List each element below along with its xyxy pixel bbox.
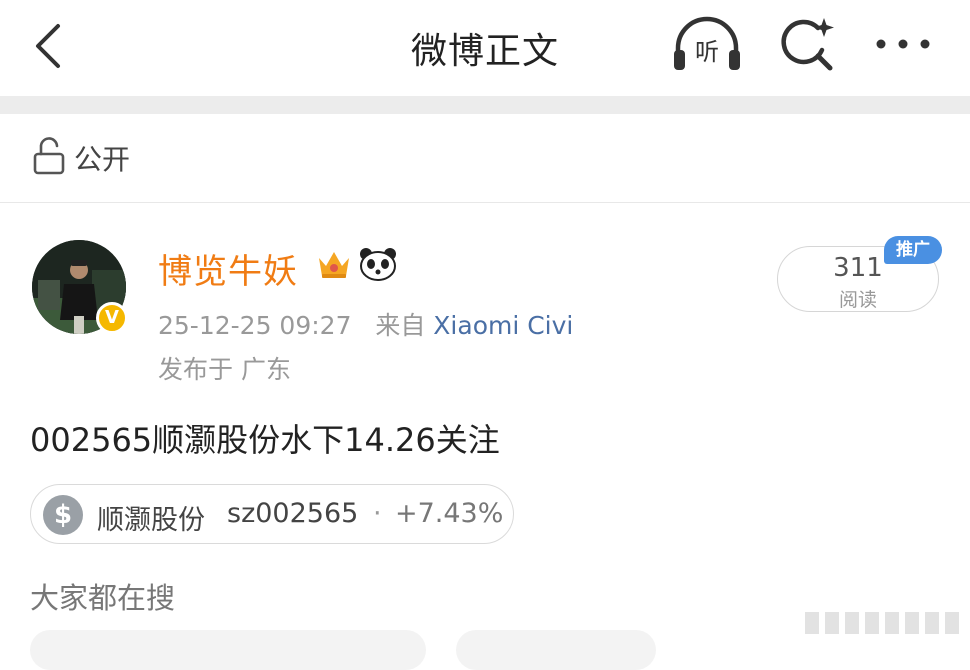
trending-title: 大家都在搜 — [30, 581, 176, 615]
top-bar: 微博正文 听 — [0, 0, 970, 96]
post-location: 发布于 广东 — [158, 355, 291, 384]
section-divider — [0, 96, 970, 114]
trending-chip[interactable] — [456, 630, 656, 670]
stock-name: 顺灏股份 — [97, 505, 205, 536]
post-text: 002565顺灏股份水下14.26关注 — [30, 421, 500, 459]
ai-search-icon[interactable] — [778, 16, 836, 74]
dollar-icon: $ — [43, 495, 83, 535]
more-icon[interactable] — [872, 30, 934, 58]
stock-change: +7.43% — [395, 498, 504, 529]
watermark-icon — [805, 612, 959, 634]
promote-badge[interactable]: 推广 — [884, 236, 942, 264]
stock-code: sz002565 — [227, 498, 359, 529]
listen-icon[interactable]: 听 — [670, 16, 744, 74]
post-meta: 25-12-25 09:27 来自 Xiaomi Civi — [158, 306, 573, 342]
read-label: 阅读 — [838, 289, 877, 311]
author-name[interactable]: 博览牛妖 — [158, 244, 298, 293]
source-prefix: 来自 — [375, 311, 426, 340]
lock-open-icon — [33, 137, 65, 175]
panda-icon — [360, 248, 396, 281]
visibility-label: 公开 — [74, 143, 131, 176]
stock-card[interactable]: $ 顺灏股份 sz002565 · +7.43% — [30, 484, 514, 544]
listen-label: 听 — [695, 38, 719, 66]
stock-separator: · — [373, 498, 382, 529]
post-source[interactable]: Xiaomi Civi — [433, 311, 573, 340]
trending-chip[interactable] — [30, 630, 426, 670]
verified-badge: V — [96, 302, 128, 334]
visibility-row[interactable]: 公开 — [0, 114, 970, 203]
post-timestamp: 25-12-25 09:27 — [158, 311, 352, 340]
crown-icon — [319, 252, 349, 278]
